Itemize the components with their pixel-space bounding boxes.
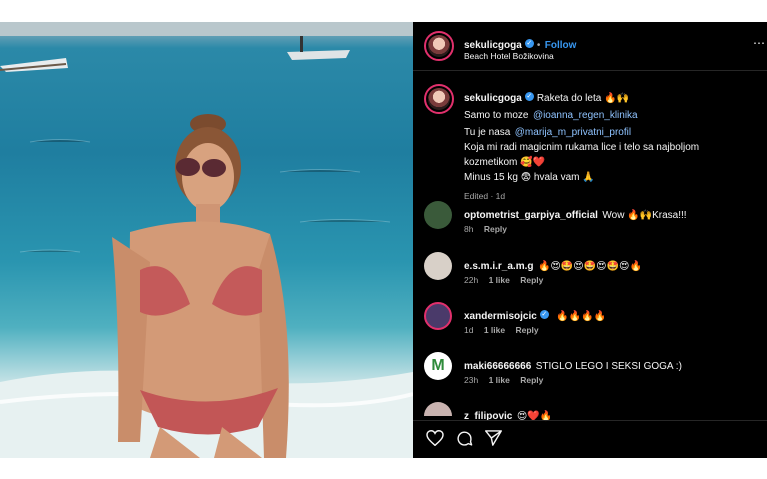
post-side-panel: sekulicgoga ✓ • Follow Beach Hotel Božikov… [413,22,767,458]
location-link[interactable]: Beach Hotel Božikovina [464,51,554,61]
comment-time: 23h [464,375,479,385]
caption-line: kozmetikom 🥰❤️ [464,157,546,168]
caption-line: Raketa do leta 🔥🙌 [536,93,629,104]
reply-button[interactable]: Reply [516,325,539,335]
like-count[interactable]: 1 like [484,325,505,335]
verified-badge-icon: ✓ [524,92,534,102]
comment-icon[interactable] [456,430,473,447]
author-avatar[interactable] [424,31,454,61]
comment-username[interactable]: xandermisojcic [464,311,537,322]
comment: z_filipovic 😍❤️🔥 [464,406,552,424]
mention-link[interactable]: @ioanna_regen_klinika [533,110,638,121]
comment: maki66666666 STIGLO LEGO I SEKSI GOGA :) [464,356,682,374]
comment-username[interactable]: optometrist_garpiya_official [464,210,598,221]
like-count[interactable]: 1 like [489,375,510,385]
caption-line: Tu je nasa [464,127,511,138]
reply-button[interactable]: Reply [520,375,543,385]
comment-text: 🔥🔥🔥🔥 [556,311,607,322]
like-count[interactable]: 1 like [489,275,510,285]
post-modal: sekulicgoga ✓ • Follow Beach Hotel Božikov… [0,22,767,458]
comment-username[interactable]: maki66666666 [464,361,531,372]
mention-link[interactable]: @marija_m_privatni_profil [515,127,631,138]
beach-photo [0,22,413,458]
comment: xandermisojcic ✓ 🔥🔥🔥🔥 [464,306,606,324]
heart-icon[interactable] [426,430,444,446]
comment-avatar[interactable] [424,252,452,280]
follow-separator: • [536,40,541,51]
comment-text: Wow 🔥🙌Krasa!!! [602,210,687,221]
caption-username[interactable]: sekulicgoga [464,93,522,104]
post-image[interactable] [0,22,413,458]
caption: sekulicgoga ✓ Raketa do leta 🔥🙌 Samo to mo… [464,89,759,204]
follow-button[interactable]: Follow [545,40,577,51]
caption-line: Minus 15 kg 😨 hvala vam 🙏 [464,172,595,183]
verified-badge-icon: ✓ [524,39,534,49]
comment-avatar[interactable] [424,201,452,229]
author-username[interactable]: sekulicgoga [464,40,522,51]
comment-avatar[interactable] [424,302,452,330]
comment-time: 8h [464,224,474,234]
comment-username[interactable]: e.s.m.i.r_a.m.g [464,261,533,272]
caption-avatar[interactable] [424,84,454,114]
comment-time: 1d [464,325,474,335]
comment-avatar[interactable] [424,402,452,416]
avatar-letter: M [431,357,445,374]
share-icon[interactable] [485,430,502,446]
caption-line: Samo to moze [464,110,529,121]
comment-text: 🔥😍🤩😍🤩😍🤩😍🔥 [537,261,642,272]
reply-button[interactable]: Reply [484,224,507,234]
caption-meta: Edited · 1d [464,191,506,201]
comment-text: STIGLO LEGO I SEKSI GOGA :) [535,361,682,372]
more-options-icon[interactable]: ⋯ [753,36,765,50]
header-divider [413,70,767,71]
comment: e.s.m.i.r_a.m.g 🔥😍🤩😍🤩😍🤩😍🔥 [464,256,642,274]
comment: optometrist_garpiya_official Wow 🔥🙌Krasa… [464,205,687,223]
caption-line: Koja mi radi magicnim rukama lice i telo… [464,142,700,153]
comment-time: 22h [464,275,479,285]
reply-button[interactable]: Reply [520,275,543,285]
verified-badge-icon: ✓ [539,310,549,320]
actions-divider [413,420,767,421]
comment-avatar[interactable]: M [424,352,452,380]
